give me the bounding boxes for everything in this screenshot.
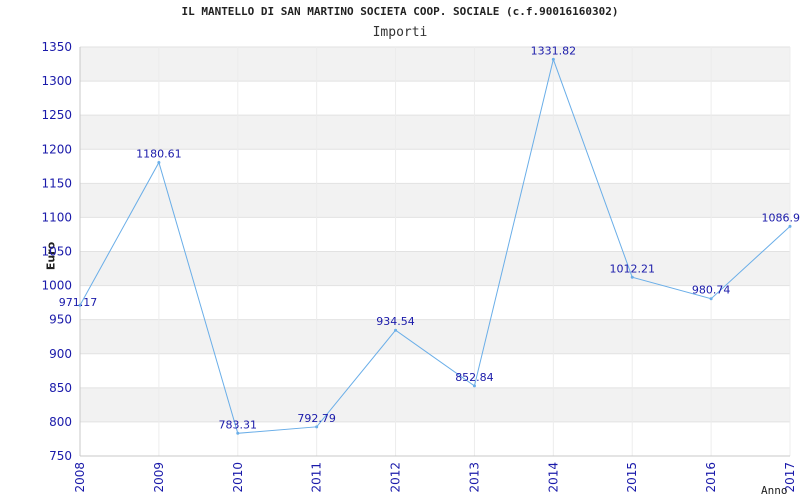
data-label: 934.54: [376, 315, 415, 328]
x-tick-label: 2016: [704, 462, 718, 493]
grid-band: [80, 115, 790, 150]
data-point: [788, 224, 792, 228]
data-label: 1086.9: [762, 211, 800, 224]
y-tick-label: 1100: [41, 210, 72, 224]
y-tick-label: 850: [49, 381, 72, 395]
data-label: 1331.82: [531, 44, 577, 57]
y-tick-label: 950: [49, 313, 72, 327]
data-label: 980.74: [692, 284, 731, 297]
data-point: [315, 425, 319, 429]
data-label: 792.79: [297, 412, 336, 425]
data-label: 783.31: [219, 418, 258, 431]
y-tick-label: 900: [49, 347, 72, 361]
data-point: [472, 384, 476, 388]
data-label: 971.17: [59, 296, 98, 309]
y-tick-labels: 750 800 850 900 950 1000 1050 1100 1150 1200 1250 1…: [41, 40, 72, 463]
y-tick-label: 800: [49, 415, 72, 429]
y-tick-label: 750: [49, 449, 72, 463]
x-tick-label: 2008: [73, 462, 87, 493]
x-axis-label: Anno: [761, 484, 788, 497]
series-group: [78, 57, 792, 435]
x-tick-label: 2015: [625, 462, 639, 493]
data-point: [394, 328, 398, 332]
line-chart: 750 800 850 900 950 1000 1050 1100 1150 1200 1250 1…: [41, 40, 800, 493]
data-point: [709, 297, 713, 301]
grid-band: [80, 47, 790, 82]
grid-band: [80, 183, 790, 218]
y-tick-label: 1300: [41, 74, 72, 88]
data-label: 852.84: [455, 371, 494, 384]
grid-bands: [80, 47, 790, 422]
x-tick-label: 2013: [467, 462, 481, 493]
y-tick-label: 1150: [41, 176, 72, 190]
x-tick-label: 2009: [152, 462, 166, 493]
x-tick-label: 2010: [231, 462, 245, 493]
y-tick-label: 1200: [41, 142, 72, 156]
data-point: [630, 275, 634, 279]
x-tick-labels: 2008 2009 2010 2011 2012 2013 2014 2015 2016 2017: [73, 462, 797, 493]
data-point: [236, 431, 240, 435]
x-tick-label: 2012: [389, 462, 403, 493]
data-label: 1012.21: [609, 262, 655, 275]
x-tick-label: 2014: [546, 462, 560, 493]
y-tick-label: 1050: [41, 245, 72, 259]
y-tick-label: 1250: [41, 108, 72, 122]
data-labels: 971.17 1180.61 783.31 792.79 934.54 852.84 133…: [59, 44, 800, 431]
data-point: [551, 57, 555, 61]
grid-band: [80, 387, 790, 422]
data-label: 1180.61: [136, 147, 182, 160]
data-point: [157, 160, 161, 164]
y-tick-label: 1350: [41, 40, 72, 54]
grid-band: [80, 319, 790, 354]
y-tick-label: 1000: [41, 279, 72, 293]
x-tick-label: 2011: [310, 462, 324, 493]
